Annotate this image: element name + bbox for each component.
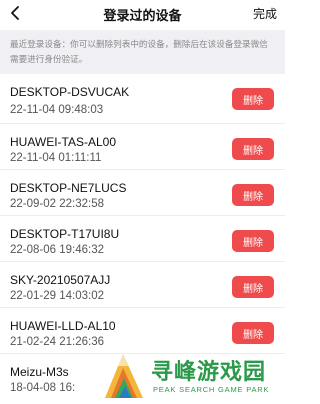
device-row: HUAWEI-TAS-AL00 22-11-04 01:11:11 删除 [0,124,285,170]
device-login-time: 18-04-08 16: [10,382,76,394]
page-title: 登录过的设备 [103,8,182,23]
device-row: HUAWEI-LLD-AL10 21-02-24 21:26:36 删除 [0,308,285,354]
device-name: DESKTOP-T17UI8U [10,227,120,241]
notice-text: 最近登录设备：你可以删除列表中的设备，删除后在该设备登录微信需要进行身份验证。 [0,30,285,74]
device-row: Meizu-M3s 18-04-08 16: [0,354,285,400]
device-login-time: 22-11-04 01:11:11 [10,152,102,164]
delete-button[interactable]: 删除 [232,184,274,206]
device-name: SKY-20210507AJJ [10,273,111,287]
device-login-time: 21-02-24 21:26:36 [10,336,104,348]
delete-button[interactable]: 删除 [232,276,274,298]
delete-button[interactable]: 删除 [232,230,274,252]
device-login-time: 22-09-02 22:32:58 [10,198,104,210]
nav-bar: 登录过的设备 完成 [0,0,285,30]
device-name: HUAWEI-LLD-AL10 [10,319,116,333]
delete-button[interactable]: 删除 [232,322,274,344]
device-row: SKY-20210507AJJ 22-01-29 14:03:02 删除 [0,262,285,308]
done-button[interactable]: 完成 [253,5,277,22]
device-row: DESKTOP-T17UI8U 22-08-06 19:46:32 删除 [0,216,285,262]
device-name: Meizu-M3s [10,365,69,379]
device-login-time: 22-01-29 14:03:02 [10,290,104,302]
device-list: DESKTOP-DSVUCAK 22-11-04 09:48:03 删除 HUA… [0,74,285,400]
device-row: DESKTOP-NE7LUCS 22-09-02 22:32:58 删除 [0,170,285,216]
device-name: DESKTOP-DSVUCAK [10,85,130,99]
device-login-time: 22-11-04 09:48:03 [10,104,104,116]
device-row: DESKTOP-DSVUCAK 22-11-04 09:48:03 删除 [0,74,285,124]
device-name: HUAWEI-TAS-AL00 [10,135,117,149]
device-name: DESKTOP-NE7LUCS [10,181,127,195]
delete-button[interactable]: 删除 [232,88,274,110]
device-login-time: 22-08-06 19:46:32 [10,244,104,256]
delete-button[interactable]: 删除 [232,138,274,160]
